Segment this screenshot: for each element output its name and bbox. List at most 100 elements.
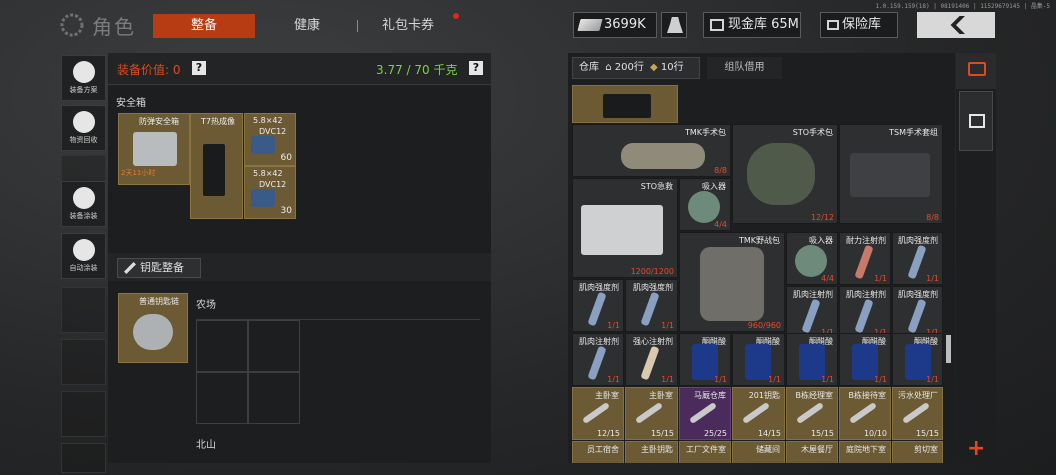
- key-slot[interactable]: [248, 320, 300, 372]
- tab-warehouse[interactable]: 仓库 ⌂ 200行 ◆ 10行: [572, 57, 700, 79]
- ammo-box-image: [251, 136, 275, 154]
- vault-button[interactable]: 保险库: [820, 12, 898, 38]
- sidebar-item-gear-paint[interactable]: 装备涂装: [61, 181, 106, 227]
- loadout-icon: [72, 61, 95, 83]
- inventory-item[interactable]: 吸入器 4/4: [786, 232, 838, 285]
- inventory-item[interactable]: 肌肉强度剂 1/1: [625, 279, 678, 332]
- inventory-item[interactable]: TMK手术包 8/8: [572, 124, 731, 177]
- item-count: 1/1: [714, 375, 727, 384]
- inventory-item[interactable]: 酮醋酸 1/1: [679, 333, 731, 386]
- stack-button[interactable]: [959, 91, 993, 151]
- key-gear-button[interactable]: 钥匙整备: [117, 258, 201, 278]
- inventory-item[interactable]: 储藏间: [732, 441, 785, 463]
- inventory-item[interactable]: 剪切室: [892, 441, 943, 463]
- safe-box-item[interactable]: 防弹安全箱 2天11小时: [118, 113, 190, 185]
- sidebar-item-loadout[interactable]: 装备方案: [61, 55, 106, 101]
- ammo-count: 30: [280, 206, 292, 216]
- inventory-item[interactable]: 强心注射剂 1/1: [625, 333, 678, 386]
- tab-team-borrow[interactable]: 组队借用: [707, 57, 782, 79]
- night-vision-image: [603, 94, 651, 118]
- equipment-panel: 装备价值: 0 ? 3.77 / 70 千克 ? 安全箱 防弹安全箱 2天11小…: [108, 53, 491, 463]
- inventory-item[interactable]: 酮醋酸 1/1: [732, 333, 785, 386]
- sidebar-item-label: 自动涂装: [69, 264, 98, 272]
- inventory-item[interactable]: TMK野战包 960/960: [679, 232, 785, 332]
- inventory-item[interactable]: 肌肉注射剂 1/1: [572, 333, 624, 386]
- add-icon[interactable]: +: [967, 438, 985, 460]
- ammo-item[interactable]: 5.8×42 DVC12 30: [244, 166, 296, 219]
- sidebar-empty-slot: [61, 391, 106, 437]
- money-value: 3699K: [604, 17, 646, 32]
- item-image: [700, 247, 764, 321]
- warehouse-panel: 仓库 ⌂ 200行 ◆ 10行 组队借用 TMK手术包 8/8 STO手术包 1…: [568, 53, 955, 463]
- syringe-image: [907, 298, 927, 334]
- inventory-item[interactable]: 庭院地下室: [839, 441, 891, 463]
- inventory-item[interactable]: 201钥匙 14/15: [732, 387, 785, 440]
- helmet-paint-icon: [72, 187, 95, 209]
- can-image: [745, 344, 771, 380]
- inventory-item[interactable]: 酮醋酸 1/1: [892, 333, 943, 386]
- inventory-item[interactable]: 耐力注射剂 1/1: [839, 232, 891, 285]
- key-slot[interactable]: [196, 372, 248, 424]
- inventory-item[interactable]: STO急救 1200/1200: [572, 178, 678, 278]
- inventory-item[interactable]: 肌肉强度剂 1/1: [892, 232, 943, 285]
- inventory-item[interactable]: B栋接待室 10/10: [839, 387, 891, 440]
- right-rail: +: [956, 53, 996, 463]
- sidebar-item-recycle[interactable]: 物资回收: [61, 105, 106, 151]
- inventory-item[interactable]: 主卧钥匙: [625, 441, 678, 463]
- inventory-item[interactable]: 员工宿舍: [572, 441, 624, 463]
- item-image: [795, 245, 827, 277]
- agent-button[interactable]: [661, 12, 687, 38]
- inventory-item[interactable]: 主卧室 15/15: [625, 387, 678, 440]
- item-image: [581, 205, 663, 255]
- inventory-item[interactable]: STO手术包 12/12: [732, 124, 838, 224]
- ammo-item[interactable]: 5.8×42 DVC12 60: [244, 113, 296, 166]
- inventory-item[interactable]: 主卧室 12/15: [572, 387, 624, 440]
- inventory-item[interactable]: 肌肉注射剂 1/1: [786, 286, 838, 339]
- item-count: 1/1: [926, 274, 939, 283]
- inventory-item[interactable]: B栋经理室 15/15: [786, 387, 838, 440]
- item-name: 主卧钥匙: [641, 445, 673, 454]
- keychain-item[interactable]: 普通钥匙链: [118, 293, 188, 363]
- syringe-image: [854, 244, 874, 280]
- money-display[interactable]: 3699K: [573, 12, 657, 38]
- item-name: 工厂文件室: [686, 445, 726, 454]
- inventory-item[interactable]: 马厩仓库 25/25: [679, 387, 731, 440]
- item-count: 8/8: [926, 213, 939, 222]
- inventory-item[interactable]: 肌肉注射剂 1/1: [839, 286, 891, 339]
- inventory-item[interactable]: [572, 85, 678, 123]
- rows-extra: 10行: [660, 62, 684, 73]
- help-icon[interactable]: ?: [469, 61, 483, 75]
- help-icon[interactable]: ?: [192, 61, 206, 75]
- sidebar-item-auto-paint[interactable]: 自动涂装: [61, 233, 106, 279]
- inventory-item[interactable]: 肌肉强度剂 1/1: [572, 279, 624, 332]
- notification-dot: [453, 13, 459, 19]
- inventory-item[interactable]: 吸入器 4/4: [679, 178, 731, 231]
- warehouse-scrollbar[interactable]: [946, 335, 951, 363]
- inventory-item[interactable]: 酮醋酸 1/1: [839, 333, 891, 386]
- inventory-item[interactable]: 酮醋酸 1/1: [786, 333, 838, 386]
- tab-gift-cards[interactable]: 礼包卡券: [362, 14, 454, 38]
- inventory-item[interactable]: 肌肉强度剂 1/1: [892, 286, 943, 339]
- cash-warehouse-button[interactable]: 现金库 65M: [703, 12, 801, 38]
- stack-download-icon: [969, 114, 985, 128]
- back-button[interactable]: [917, 12, 995, 38]
- item-count: 1200/1200: [630, 267, 674, 276]
- thermal-scope-item[interactable]: T7热成像: [190, 113, 243, 219]
- inventory-item[interactable]: 污水处理厂 15/15: [892, 387, 943, 440]
- inventory-item[interactable]: TSM手术套组 8/8: [839, 124, 943, 224]
- key-image: [795, 401, 825, 425]
- weight-capacity: 3.77 / 70 千克: [376, 63, 458, 77]
- item-name: 木屋餐厅: [801, 445, 833, 454]
- tab-health[interactable]: 健康: [262, 14, 352, 38]
- item-image: [621, 143, 705, 169]
- key-slot[interactable]: [196, 320, 248, 372]
- version-text: 1.0.159.159(18) | 08191406 | 11529679145…: [875, 3, 1050, 10]
- ammo-name: 5.8×42: [253, 169, 283, 178]
- auto-paint-icon: [72, 239, 95, 261]
- recycle-icon: [72, 111, 95, 133]
- layers-tab[interactable]: [956, 53, 996, 89]
- key-slot[interactable]: [248, 372, 300, 424]
- inventory-item[interactable]: 工厂文件室: [679, 441, 731, 463]
- tab-gear[interactable]: 整备: [153, 14, 255, 38]
- inventory-item[interactable]: 木屋餐厅: [786, 441, 838, 463]
